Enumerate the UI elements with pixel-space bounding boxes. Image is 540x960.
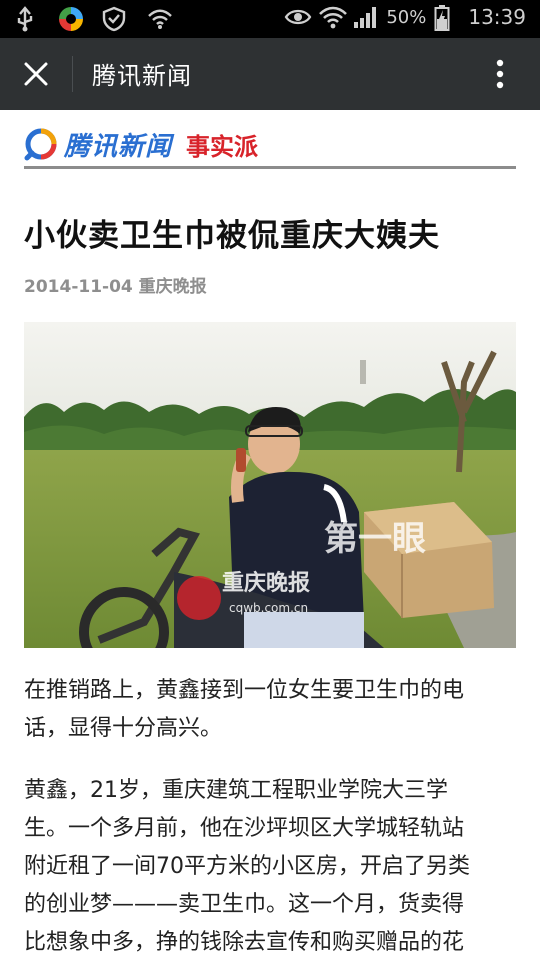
photo-illustration: 重庆晚报 cqwb.com.cn 第一眼 bbox=[24, 322, 516, 648]
status-left-icons bbox=[14, 6, 172, 32]
paragraph-line: 比想象中多，挣的钱除去宣传和购买赠品的花 bbox=[24, 930, 465, 955]
photo-watermark: 重庆晚报 bbox=[222, 570, 310, 596]
paragraph-line: 的创业梦———卖卫生巾。这一个月，货卖得 bbox=[24, 892, 465, 917]
article-date: 2014-11-04 bbox=[24, 277, 133, 297]
eye-icon bbox=[284, 4, 312, 30]
wifi-hotspot-icon bbox=[146, 6, 172, 32]
page-title: 腾讯新闻 bbox=[92, 62, 192, 90]
battery-icon bbox=[434, 4, 460, 31]
photo-watermark-url: cqwb.com.cn bbox=[229, 601, 308, 615]
brand-divider bbox=[24, 166, 516, 169]
paragraph-line: 生。一个多月前，他在沙坪坝区大学城轻轨站 bbox=[24, 816, 465, 841]
article-paragraph: 黄鑫，21岁，重庆建筑工程职业学院大三学 生。一个多月前，他在沙坪坝区大学城轻轨… bbox=[24, 772, 516, 960]
signal-icon bbox=[352, 4, 378, 30]
article-headline: 小伙卖卫生巾被侃重庆大姨夫 bbox=[24, 218, 440, 254]
usb-icon bbox=[14, 6, 40, 32]
paragraph-line: 附近租了一间70平方米的小区房，开启了另类 bbox=[24, 854, 470, 879]
more-options-button[interactable] bbox=[480, 52, 520, 96]
more-vertical-icon bbox=[496, 59, 504, 89]
shield-icon bbox=[102, 6, 128, 32]
status-right-icons: 50% 13:39 bbox=[284, 4, 526, 31]
top-app-bar: 腾讯新闻 bbox=[0, 38, 540, 110]
article-paragraph: 在推销路上，黄鑫接到一位女生要卫生巾的电 话，显得十分高兴。 bbox=[24, 672, 516, 748]
brand-name: 腾讯新闻 bbox=[64, 131, 173, 162]
article-content: 腾讯新闻 事实派 小伙卖卫生巾被侃重庆大姨夫 2014-11-04 重庆晚报 重… bbox=[0, 110, 540, 960]
paragraph-line: 黄鑫，21岁，重庆建筑工程职业学院大三学 bbox=[24, 778, 448, 803]
article-source: 重庆晚报 bbox=[138, 277, 207, 297]
brand-banner: 腾讯新闻 事实派 bbox=[24, 124, 258, 164]
tencent-news-logo-icon bbox=[24, 128, 57, 161]
topbar-divider bbox=[72, 56, 73, 92]
wifi-icon bbox=[318, 4, 348, 30]
article-meta: 2014-11-04 重庆晚报 bbox=[24, 272, 207, 297]
brand-column: 事实派 bbox=[186, 131, 259, 161]
paragraph-line: 在推销路上，黄鑫接到一位女生要卫生巾的电 bbox=[24, 678, 465, 703]
colorful-app-icon bbox=[58, 6, 84, 32]
article-photo[interactable]: 重庆晚报 cqwb.com.cn 第一眼 bbox=[24, 322, 516, 648]
clock: 13:39 bbox=[468, 5, 526, 29]
photo-watermark-tag: 第一眼 bbox=[324, 519, 426, 559]
status-bar: 50% 13:39 bbox=[0, 0, 540, 38]
battery-percent: 50% bbox=[386, 6, 427, 28]
paragraph-line: 话，显得十分高兴。 bbox=[24, 716, 223, 741]
close-button[interactable] bbox=[14, 52, 58, 96]
close-icon bbox=[24, 62, 48, 86]
